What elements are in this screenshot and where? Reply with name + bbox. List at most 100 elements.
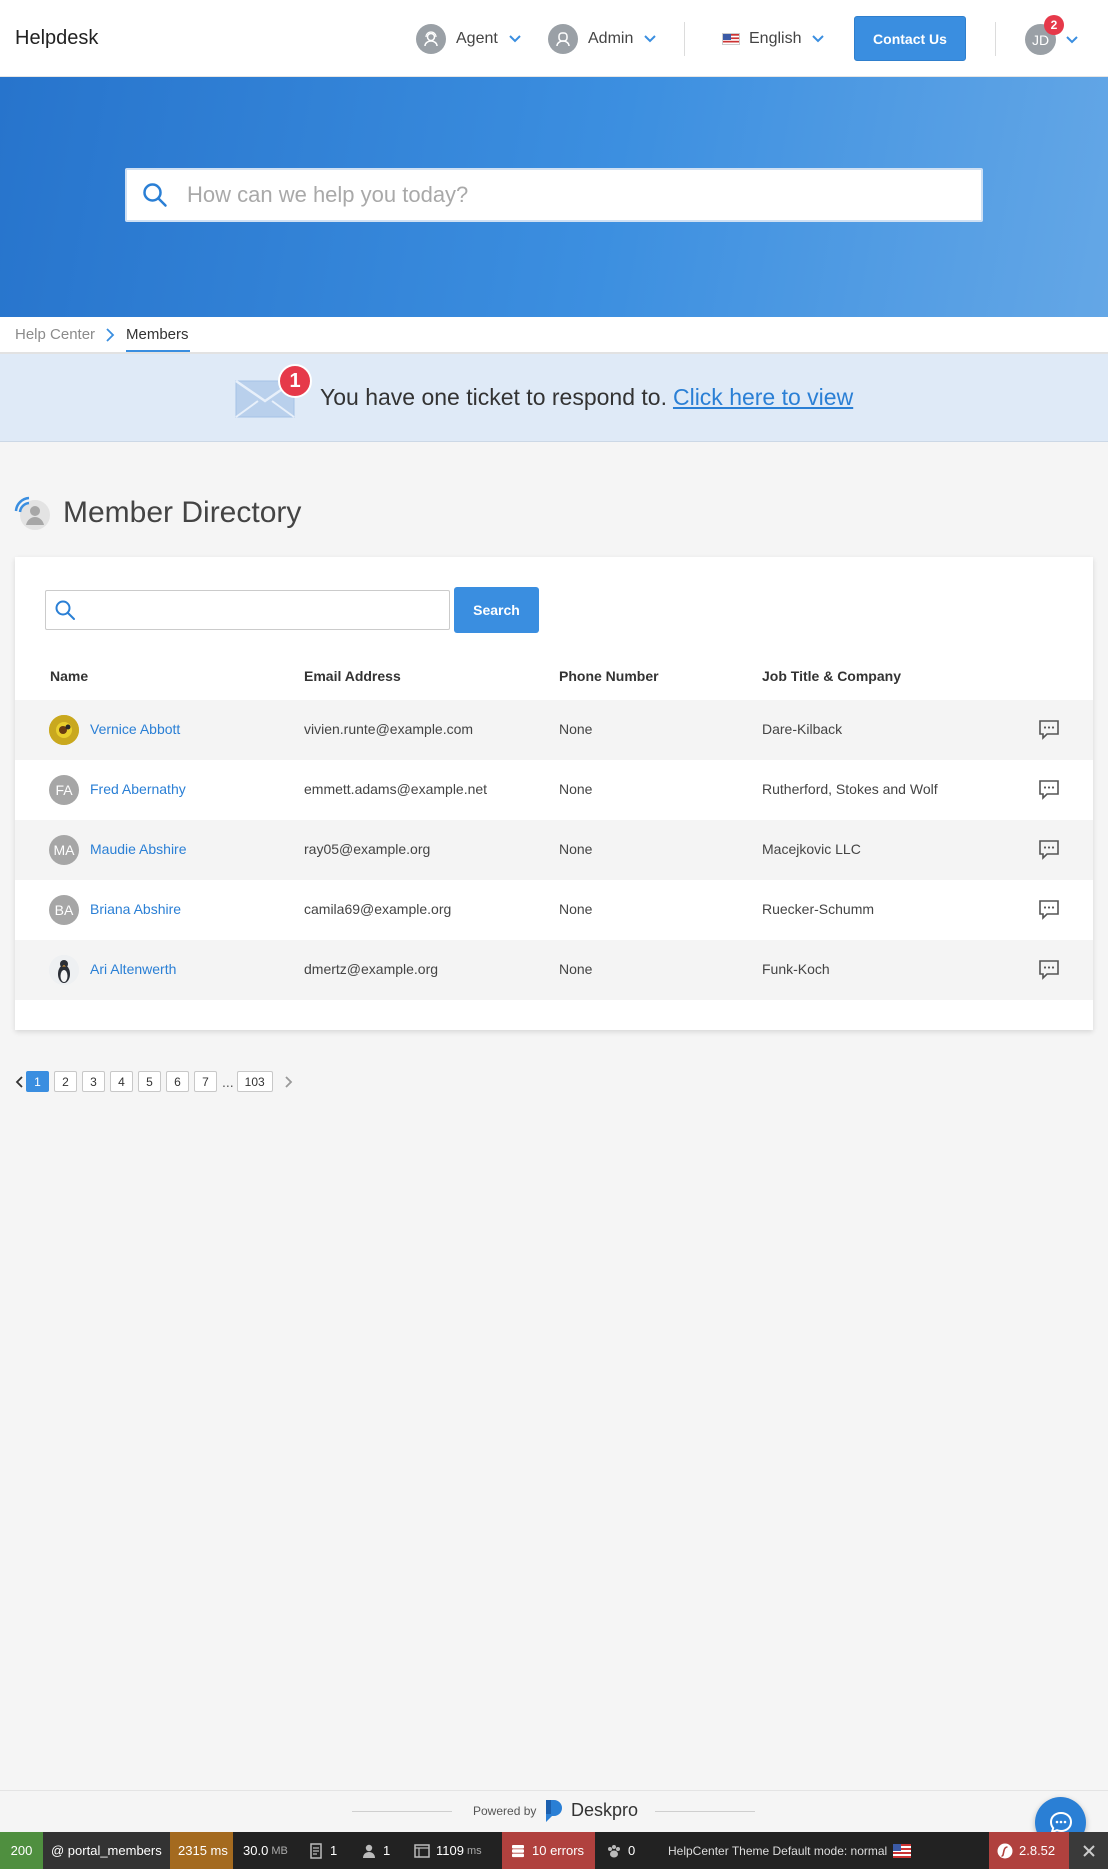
hero-search-input[interactable] xyxy=(187,182,947,208)
breadcrumb-help-center[interactable]: Help Center xyxy=(15,326,95,343)
agent-menu[interactable]: Agent xyxy=(416,24,522,54)
chat-bubble-icon[interactable] xyxy=(1038,958,1060,980)
member-avatar[interactable] xyxy=(49,715,79,745)
member-email: camila69@example.org xyxy=(304,901,452,917)
member-phone: None xyxy=(559,781,593,797)
render-unit: ms xyxy=(466,1844,482,1857)
header-divider xyxy=(684,22,685,56)
events-panel[interactable]: 0 xyxy=(598,1832,643,1869)
member-name-link[interactable]: Vernice Abbott xyxy=(90,721,180,737)
page-title: Member Directory xyxy=(63,496,302,529)
member-search-box[interactable] xyxy=(45,590,450,630)
admin-menu[interactable]: Admin xyxy=(548,24,657,54)
pagination-ellipsis: ... xyxy=(222,1073,234,1090)
column-header-email[interactable]: Email Address xyxy=(304,668,401,684)
member-company: Ruecker-Schumm xyxy=(762,901,875,917)
request-time[interactable]: 2315 ms xyxy=(170,1832,233,1869)
member-avatar[interactable]: MA xyxy=(49,835,79,865)
member-email: ray05@example.org xyxy=(304,841,431,857)
user-panel[interactable]: 1 xyxy=(353,1832,398,1869)
user-count: 1 xyxy=(383,1843,391,1858)
table-row: Vernice Abbott vivien.runte@example.com … xyxy=(15,700,1093,760)
member-avatar[interactable]: BA xyxy=(49,895,79,925)
hero-search-box[interactable] xyxy=(125,168,983,222)
version-label: 2.8.52 xyxy=(1019,1843,1056,1858)
member-search-input[interactable] xyxy=(84,601,444,619)
member-company: Dare-Kilback xyxy=(762,721,843,737)
errors-count: 10 errors xyxy=(532,1843,585,1858)
search-icon xyxy=(143,183,167,207)
contact-us-button[interactable]: Contact Us xyxy=(854,16,966,61)
member-email: dmertz@example.org xyxy=(304,961,439,977)
member-avatar[interactable] xyxy=(49,955,79,985)
chevron-left-icon[interactable] xyxy=(14,1075,24,1089)
member-phone: None xyxy=(559,901,593,917)
errors-panel[interactable]: 10 errors xyxy=(502,1832,595,1869)
column-header-name[interactable]: Name xyxy=(50,668,88,684)
page-button[interactable]: 5 xyxy=(138,1071,161,1092)
brand-title[interactable]: Helpdesk xyxy=(15,27,98,50)
column-header-phone[interactable]: Phone Number xyxy=(559,668,659,684)
breadcrumb-active-underline xyxy=(126,350,190,352)
render-time: 1109 xyxy=(436,1843,464,1858)
render-panel[interactable]: 1109 ms xyxy=(406,1832,490,1869)
deskpro-logo-icon[interactable] xyxy=(543,1798,565,1824)
status-code[interactable]: 200 xyxy=(0,1832,43,1869)
page-button[interactable]: 6 xyxy=(166,1071,189,1092)
footer-divider xyxy=(655,1811,755,1812)
chevron-down-icon xyxy=(509,35,521,43)
chevron-right-icon[interactable] xyxy=(284,1075,294,1089)
table-row: Ari Altenwerth dmertz@example.org None F… xyxy=(15,940,1093,1000)
member-name-link[interactable]: Ari Altenwerth xyxy=(90,961,176,977)
symfony-version[interactable]: 2.8.52 xyxy=(989,1832,1069,1869)
page-button[interactable]: 1 xyxy=(26,1071,49,1092)
memory-usage[interactable]: 30.0 MB xyxy=(235,1832,296,1869)
view-ticket-link[interactable]: Click here to view xyxy=(673,384,853,410)
member-company: Funk-Koch xyxy=(762,961,830,977)
member-phone: None xyxy=(559,961,593,977)
logs-panel[interactable]: 1 xyxy=(300,1832,345,1869)
logs-count: 1 xyxy=(330,1843,338,1858)
deskpro-brand[interactable]: Deskpro xyxy=(571,1800,638,1821)
admin-label: Admin xyxy=(588,30,634,47)
page-button[interactable]: 2 xyxy=(54,1071,77,1092)
member-company: Rutherford, Stokes and Wolf xyxy=(762,781,938,797)
member-email: emmett.adams@example.net xyxy=(304,781,488,797)
member-company: Macejkovic LLC xyxy=(762,841,861,857)
close-icon xyxy=(1082,1844,1095,1857)
page-button[interactable]: 7 xyxy=(194,1071,217,1092)
chevron-down-icon[interactable] xyxy=(1065,33,1079,47)
route-name[interactable]: @ portal_members xyxy=(43,1832,170,1869)
debug-toolbar: 200 @ portal_members 2315 ms 30.0 MB 1 1 … xyxy=(0,1832,1108,1869)
chat-bubble-icon[interactable] xyxy=(1038,718,1060,740)
search-icon xyxy=(55,600,75,620)
ticket-count-badge: 1 xyxy=(278,364,312,398)
member-name-link[interactable]: Fred Abernathy xyxy=(90,781,186,797)
members-icon xyxy=(14,496,50,530)
paw-icon xyxy=(608,1844,620,1857)
table-row: BA Briana Abshire camila69@example.org N… xyxy=(15,880,1093,940)
close-toolbar-button[interactable] xyxy=(1069,1832,1108,1869)
footer-divider xyxy=(352,1811,452,1812)
language-selector[interactable]: English xyxy=(722,24,825,54)
member-email: vivien.runte@example.com xyxy=(304,721,474,737)
user-icon xyxy=(363,1844,375,1858)
member-name-link[interactable]: Briana Abshire xyxy=(90,901,181,917)
column-header-company[interactable]: Job Title & Company xyxy=(762,668,901,684)
breadcrumb-members[interactable]: Members xyxy=(126,326,189,343)
member-directory-panel: Search Name Email Address Phone Number J… xyxy=(15,557,1093,1030)
page-button[interactable]: 4 xyxy=(110,1071,133,1092)
member-name-link[interactable]: Maudie Abshire xyxy=(90,841,187,857)
chat-bubble-icon[interactable] xyxy=(1038,898,1060,920)
chat-bubble-icon[interactable] xyxy=(1038,838,1060,860)
us-flag-icon xyxy=(722,33,740,45)
events-count: 0 xyxy=(628,1843,636,1858)
page-button[interactable]: 3 xyxy=(82,1071,105,1092)
chat-bubble-icon[interactable] xyxy=(1038,778,1060,800)
search-button[interactable]: Search xyxy=(454,587,539,633)
table-row: FA Fred Abernathy emmett.adams@example.n… xyxy=(15,760,1093,820)
page-button-last[interactable]: 103 xyxy=(236,1071,273,1092)
member-avatar[interactable]: FA xyxy=(49,775,79,805)
theme-info[interactable]: HelpCenter Theme Default mode: normal xyxy=(660,1832,919,1869)
us-flag-icon xyxy=(893,1843,912,1858)
